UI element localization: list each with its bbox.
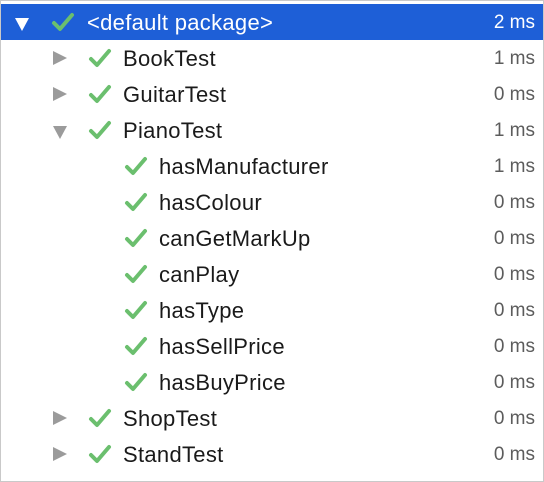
expand-arrow-icon[interactable] <box>53 126 67 139</box>
duration-text: 0 ms <box>493 408 535 429</box>
tree-row-label: StandTest <box>123 442 224 467</box>
duration-text: 0 ms <box>493 228 535 249</box>
duration-text: 0 ms <box>493 372 535 393</box>
check-icon <box>89 445 111 463</box>
tree-row-pianotest[interactable]: PianoTest 1 ms <box>1 112 543 148</box>
tree-row-label: ShopTest <box>123 406 218 431</box>
tree-row-default-package[interactable]: <default package> 2 ms <box>1 4 543 40</box>
tree-row-test-hastype[interactable]: hasType 0 ms <box>1 292 543 328</box>
check-icon <box>125 301 147 319</box>
duration-text: 0 ms <box>493 444 535 465</box>
tree-row-label: hasManufacturer <box>159 154 329 179</box>
check-icon <box>125 193 147 211</box>
tree-row-label: <default package> <box>87 10 274 35</box>
collapse-arrow-icon[interactable] <box>53 447 67 461</box>
duration-text: 1 ms <box>493 120 535 141</box>
duration-text: 0 ms <box>493 192 535 213</box>
tree-row-test-hasbuyprice[interactable]: hasBuyPrice 0 ms <box>1 364 543 400</box>
collapse-arrow-icon[interactable] <box>53 87 67 101</box>
check-icon <box>89 121 111 139</box>
tree-row-test-canplay[interactable]: canPlay 0 ms <box>1 256 543 292</box>
check-icon <box>89 85 111 103</box>
tree-row-standtest[interactable]: StandTest 0 ms <box>1 436 543 472</box>
tree-row-guitartest[interactable]: GuitarTest 0 ms <box>1 76 543 112</box>
tree-row-label: hasType <box>159 298 245 323</box>
duration-text: 0 ms <box>493 264 535 285</box>
check-icon <box>125 337 147 355</box>
tree-row-label: BookTest <box>123 46 216 71</box>
check-icon <box>89 49 111 67</box>
collapse-arrow-icon[interactable] <box>53 51 67 65</box>
check-icon <box>89 409 111 427</box>
test-results-tree: <default package> 2 ms BookTest 1 ms Gui… <box>0 0 544 482</box>
tree-row-label: GuitarTest <box>123 82 227 107</box>
tree-row-label: canPlay <box>159 262 240 287</box>
tree-row-label: canGetMarkUp <box>159 226 311 251</box>
duration-text: 1 ms <box>493 48 535 69</box>
collapse-arrow-icon[interactable] <box>53 411 67 425</box>
tree-row-test-hasmanufacturer[interactable]: hasManufacturer 1 ms <box>1 148 543 184</box>
tree-row-booktest[interactable]: BookTest 1 ms <box>1 40 543 76</box>
check-icon <box>125 157 147 175</box>
tree-row-shoptest[interactable]: ShopTest 0 ms <box>1 400 543 436</box>
tree-row-test-hassellprice[interactable]: hasSellPrice 0 ms <box>1 328 543 364</box>
duration-text: 0 ms <box>493 336 535 357</box>
tree-row-test-hascolour[interactable]: hasColour 0 ms <box>1 184 543 220</box>
tree-row-label: PianoTest <box>123 118 223 143</box>
tree-row-test-cangetmarkup[interactable]: canGetMarkUp 0 ms <box>1 220 543 256</box>
tree-row-label: hasSellPrice <box>159 334 285 359</box>
duration-text: 2 ms <box>493 12 535 33</box>
check-icon <box>125 373 147 391</box>
tree-row-label: hasColour <box>159 190 262 215</box>
check-icon <box>125 229 147 247</box>
check-icon <box>52 13 74 31</box>
check-icon <box>125 265 147 283</box>
expand-arrow-icon[interactable] <box>15 18 29 31</box>
tree-row-label: hasBuyPrice <box>159 370 286 395</box>
duration-text: 0 ms <box>493 300 535 321</box>
duration-text: 0 ms <box>493 84 535 105</box>
duration-text: 1 ms <box>493 156 535 177</box>
